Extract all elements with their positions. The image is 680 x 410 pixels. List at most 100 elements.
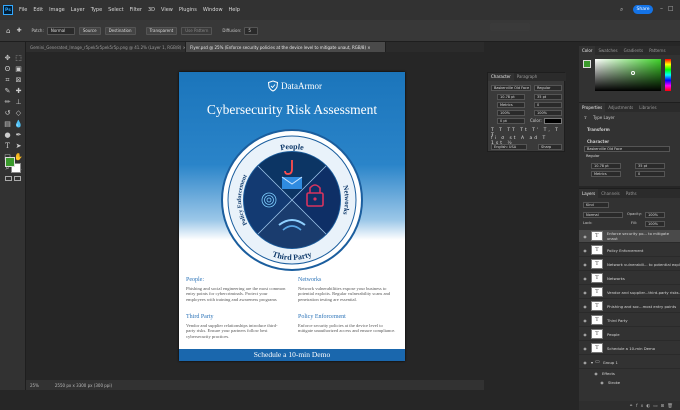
source-button[interactable]: Source bbox=[78, 26, 101, 35]
tab-patterns[interactable]: Patterns bbox=[646, 46, 668, 55]
gradient-tool-icon[interactable]: ▤ bbox=[3, 120, 12, 129]
menu-3d[interactable]: 3D bbox=[148, 7, 155, 13]
healing-tool-icon[interactable]: ✚ bbox=[14, 87, 23, 96]
options-search-field[interactable] bbox=[490, 23, 530, 31]
tab-libraries[interactable]: Libraries bbox=[636, 103, 659, 112]
tab-adjustments[interactable]: Adjustments bbox=[605, 103, 636, 112]
pen-tool-icon[interactable]: ✒ bbox=[14, 131, 23, 140]
baseline-field[interactable]: 0 pt bbox=[497, 118, 525, 124]
tab-paragraph[interactable]: Paragraph bbox=[514, 73, 541, 81]
opacity-field[interactable]: 100% bbox=[645, 212, 665, 218]
hand-tool-icon[interactable]: ✋ bbox=[14, 153, 23, 162]
search-icon[interactable]: ⌕ bbox=[620, 6, 623, 14]
diffusion-field[interactable]: 5 bbox=[244, 26, 259, 35]
menu-edit[interactable]: Edit bbox=[33, 7, 43, 13]
trash-icon[interactable]: 🗑 bbox=[667, 404, 676, 409]
eye-icon[interactable]: ◉ bbox=[599, 380, 605, 385]
horizontal-scale-field[interactable]: 100% bbox=[534, 110, 562, 116]
leading-field[interactable]: 35 pt bbox=[534, 94, 562, 100]
tab-character[interactable]: Character bbox=[488, 73, 514, 81]
menu-type[interactable]: Type bbox=[91, 7, 102, 13]
share-button[interactable]: Share bbox=[633, 5, 653, 14]
layer-row[interactable]: ◉ T Network vulnerabili... to potential ex… bbox=[579, 258, 680, 271]
layer-row[interactable]: ◉ T Schedule a 10-min Demo bbox=[579, 342, 680, 355]
props-font-style[interactable]: Regular bbox=[584, 154, 670, 160]
eye-icon[interactable]: ◉ bbox=[582, 262, 588, 267]
eye-icon[interactable]: ◉ bbox=[582, 332, 588, 337]
eye-icon[interactable]: ◉ bbox=[582, 304, 588, 309]
menu-view[interactable]: View bbox=[161, 7, 173, 13]
layer-row[interactable]: ◉ T Third Party bbox=[579, 314, 680, 327]
effects-row[interactable]: ◉ Effects bbox=[579, 369, 680, 378]
color-picker-ring[interactable] bbox=[631, 71, 635, 75]
use-pattern-button[interactable]: Use Pattern bbox=[181, 26, 213, 35]
tab-layers[interactable]: Layers bbox=[579, 189, 599, 198]
eye-icon[interactable]: ◉ bbox=[582, 318, 588, 323]
type-tool-icon[interactable]: T bbox=[3, 142, 12, 151]
props-tracking[interactable]: 0 bbox=[635, 171, 665, 177]
eyedropper-tool-icon[interactable]: ✎ bbox=[3, 87, 12, 96]
eye-icon[interactable]: ◉ bbox=[582, 346, 588, 351]
blend-mode-select[interactable]: Normal bbox=[583, 212, 623, 218]
layer-row[interactable]: ◉ T Vendor and supplier...third-party risk… bbox=[579, 286, 680, 299]
language-select[interactable]: English: USA bbox=[491, 144, 527, 150]
tab-gradients[interactable]: Gradients bbox=[621, 46, 647, 55]
color-fg-swatch[interactable] bbox=[583, 60, 591, 68]
minimize-icon[interactable]: – bbox=[660, 5, 663, 12]
doc-tab-flyer[interactable]: Flyer.psd @ 25% (Enforce security polici… bbox=[186, 42, 386, 52]
hue-slider[interactable] bbox=[665, 59, 671, 91]
stamp-tool-icon[interactable]: ⊥ bbox=[14, 98, 23, 107]
layer-row[interactable]: ◉ T People bbox=[579, 328, 680, 341]
history-brush-tool-icon[interactable]: ↺ bbox=[3, 109, 12, 118]
blur-tool-icon[interactable]: 💧 bbox=[14, 120, 23, 129]
eye-icon[interactable]: ◉ bbox=[582, 248, 588, 253]
text-style-buttons[interactable]: T T TT Tt T' T, T Ŧ bbox=[491, 128, 563, 138]
antialias-select[interactable]: Sharp bbox=[538, 144, 562, 150]
eye-icon[interactable]: ◉ bbox=[582, 234, 588, 239]
destination-button[interactable]: Destination bbox=[104, 26, 136, 35]
menu-window[interactable]: Window bbox=[203, 7, 223, 13]
menu-filter[interactable]: Filter bbox=[130, 7, 142, 13]
brush-tool-icon[interactable]: ✏ bbox=[3, 98, 12, 107]
patch-mode-select[interactable]: Normal bbox=[46, 26, 75, 35]
link-icon[interactable]: ⚭ bbox=[629, 404, 636, 409]
eye-icon[interactable]: ◉ bbox=[582, 360, 588, 365]
transform-section[interactable]: Transform bbox=[587, 127, 610, 132]
menu-select[interactable]: Select bbox=[108, 7, 123, 13]
layer-row[interactable]: ◉ T Networks bbox=[579, 272, 680, 285]
color-field[interactable] bbox=[595, 59, 661, 91]
new-layer-icon[interactable]: ⊞ bbox=[661, 404, 668, 409]
quick-mask-icon[interactable] bbox=[5, 176, 12, 181]
layer-row[interactable]: ◉ T Enforce security po... to mitigate una… bbox=[579, 230, 680, 243]
layer-row[interactable]: ◉ T Phishing and soc...most entry points bbox=[579, 300, 680, 313]
layer-row[interactable]: ◉ ▾ ▭ Group 1 bbox=[579, 356, 680, 369]
menu-layer[interactable]: Layer bbox=[71, 7, 85, 13]
props-leading[interactable]: 35 pt bbox=[635, 163, 665, 169]
folder-new-icon[interactable]: ▭ bbox=[653, 404, 660, 409]
mask-icon[interactable]: ◐ bbox=[646, 404, 653, 409]
font-size-field[interactable]: 10.78 pt bbox=[497, 94, 525, 100]
fill-field[interactable]: 100% bbox=[645, 221, 665, 227]
transparent-button[interactable]: Transparent bbox=[145, 26, 178, 35]
chevron-down-icon[interactable]: ▾ bbox=[591, 360, 593, 365]
props-font-size[interactable]: 10.78 pt bbox=[591, 163, 621, 169]
zoom-level[interactable]: 25% bbox=[30, 383, 39, 388]
move-tool-icon[interactable]: ✥ bbox=[3, 54, 12, 63]
vertical-scale-field[interactable]: 100% bbox=[497, 110, 525, 116]
screen-mode-icon[interactable] bbox=[14, 176, 21, 181]
layer-row[interactable]: ◉ T Policy Enforcement bbox=[579, 244, 680, 257]
tab-paths[interactable]: Paths bbox=[623, 189, 640, 198]
patch-tool-icon[interactable]: ✚ bbox=[16, 27, 21, 34]
layer-kind-filter[interactable]: Kind bbox=[583, 202, 609, 208]
stroke-row[interactable]: ◉ Stroke bbox=[579, 378, 680, 387]
home-icon[interactable]: ⌂ bbox=[6, 27, 10, 35]
tab-channels[interactable]: Channels bbox=[598, 189, 623, 198]
props-kerning[interactable]: Metrics bbox=[591, 171, 621, 177]
tab-properties[interactable]: Properties bbox=[579, 103, 606, 112]
tracking-field[interactable]: 0 bbox=[534, 102, 562, 108]
menu-file[interactable]: File bbox=[19, 7, 27, 13]
foreground-color-swatch[interactable] bbox=[5, 157, 15, 167]
menu-help[interactable]: Help bbox=[229, 7, 240, 13]
tab-swatches[interactable]: Swatches bbox=[595, 46, 620, 55]
lasso-tool-icon[interactable]: ʘ bbox=[3, 65, 12, 74]
